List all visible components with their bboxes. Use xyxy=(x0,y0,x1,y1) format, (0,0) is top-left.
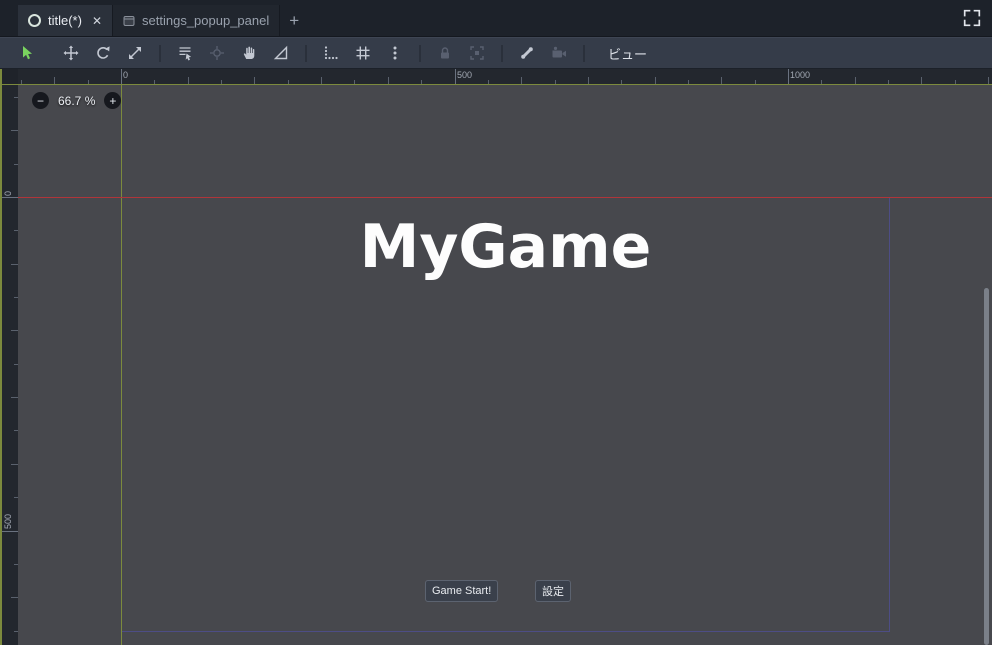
toolbar-separator xyxy=(501,44,503,62)
ruler-border-line xyxy=(0,84,992,85)
select-tool-icon[interactable] xyxy=(12,40,42,66)
scene-tab-title[interactable]: title(*) ✕ xyxy=(18,5,114,36)
distraction-free-icon[interactable] xyxy=(963,9,981,27)
zoom-out-button[interactable]: − xyxy=(32,92,49,109)
canvas-toolbar: ビュー xyxy=(0,37,992,69)
scene-tab-bar: title(*) ✕ settings_popup_panel + xyxy=(0,0,992,37)
snap-options-menu-icon[interactable] xyxy=(380,40,410,66)
move-tool-icon[interactable] xyxy=(56,40,86,66)
ruler-label: 0 xyxy=(123,70,129,80)
ruler-top[interactable]: 0 500 1000 xyxy=(18,69,992,84)
scene-settings-button[interactable]: 設定 xyxy=(535,580,571,602)
ruler-label: 500 xyxy=(457,70,473,80)
camera-override-icon[interactable] xyxy=(544,40,574,66)
lock-icon[interactable] xyxy=(430,40,460,66)
scene-title-label[interactable]: MyGame xyxy=(121,213,890,282)
add-scene-tab-button[interactable]: + xyxy=(280,5,308,36)
pan-tool-icon[interactable] xyxy=(234,40,264,66)
x-axis-line xyxy=(18,197,992,198)
vertical-scrollbar[interactable] xyxy=(984,288,989,645)
toolbar-separator xyxy=(159,44,161,62)
scene-tab-label: title(*) xyxy=(48,13,82,28)
zoom-value[interactable]: 66.7 % xyxy=(58,94,95,108)
zoom-controls: − 66.7 % + xyxy=(32,92,122,109)
godot-2d-editor: title(*) ✕ settings_popup_panel + ビュー 0 … xyxy=(0,0,992,645)
scale-tool-icon[interactable] xyxy=(120,40,150,66)
scene-panel-icon xyxy=(123,15,135,27)
ruler-label: 0 xyxy=(3,190,13,196)
pivot-tool-icon[interactable] xyxy=(202,40,232,66)
toolbar-separator xyxy=(583,44,585,62)
canvas-viewport[interactable]: 0 500 1000 0 500 MyGame Game Start! 設定 −… xyxy=(0,69,992,645)
list-select-tool-icon[interactable] xyxy=(170,40,200,66)
viewport-left-edge-line xyxy=(0,69,2,645)
ruler-tool-icon[interactable] xyxy=(266,40,296,66)
zoom-in-button[interactable]: + xyxy=(104,92,122,109)
toolbar-separator xyxy=(305,44,307,62)
skeleton-options-icon[interactable] xyxy=(512,40,542,66)
group-icon[interactable] xyxy=(462,40,492,66)
view-menu-button[interactable]: ビュー xyxy=(594,40,661,66)
grid-snap-icon[interactable] xyxy=(348,40,378,66)
canvas-area[interactable]: MyGame Game Start! 設定 − 66.7 % + xyxy=(18,85,992,645)
scene-circle-icon xyxy=(28,14,41,27)
scene-tab-label: settings_popup_panel xyxy=(142,13,270,28)
ruler-left[interactable]: 0 500 xyxy=(0,85,18,645)
scene-game-start-button[interactable]: Game Start! xyxy=(425,580,499,602)
ruler-label: 500 xyxy=(3,513,13,529)
toolbar-separator xyxy=(419,44,421,62)
y-axis-line xyxy=(121,85,122,645)
close-tab-icon[interactable]: ✕ xyxy=(92,15,102,27)
ruler-corner xyxy=(0,69,18,84)
smart-snap-icon[interactable] xyxy=(316,40,346,66)
scene-tab-settings-popup-panel[interactable]: settings_popup_panel xyxy=(113,5,281,36)
rotate-tool-icon[interactable] xyxy=(88,40,118,66)
ruler-label: 1000 xyxy=(790,70,811,80)
